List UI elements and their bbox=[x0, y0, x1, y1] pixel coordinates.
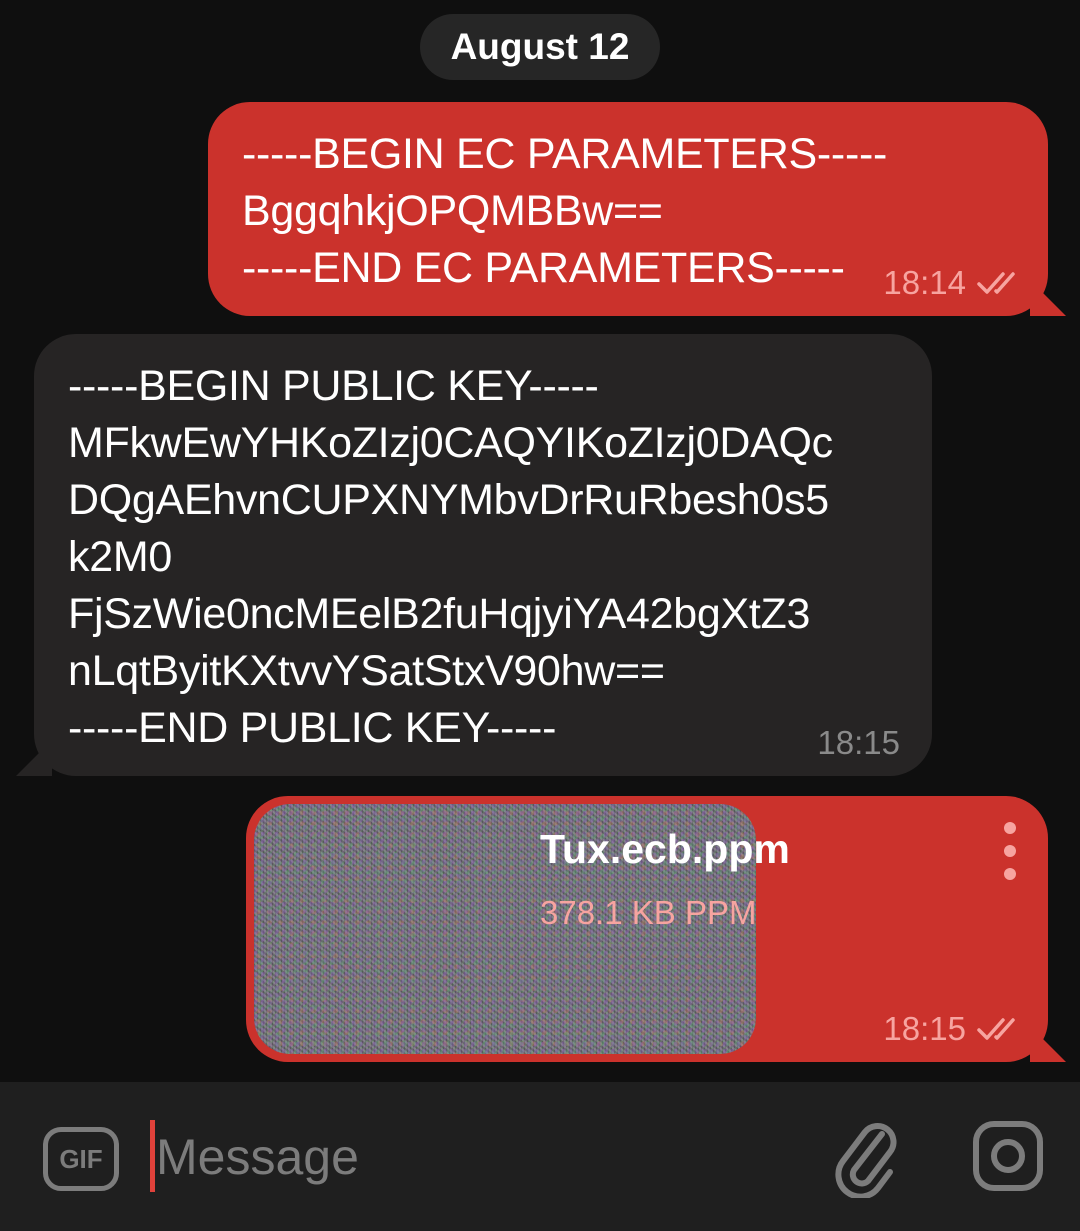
gif-button[interactable]: GIF bbox=[43, 1127, 119, 1191]
bubble-tail bbox=[1030, 280, 1066, 316]
double-check-icon bbox=[977, 272, 1015, 294]
message-meta: 18:15 bbox=[817, 724, 900, 762]
camera-icon[interactable] bbox=[972, 1120, 1044, 1192]
dot bbox=[1004, 845, 1016, 857]
date-separator: August 12 bbox=[420, 14, 660, 80]
bubble-tail bbox=[16, 740, 52, 776]
message-time: 18:15 bbox=[883, 1010, 966, 1047]
double-check-icon bbox=[977, 1018, 1015, 1040]
message-input[interactable] bbox=[156, 1112, 796, 1202]
message-meta: 18:15 bbox=[883, 1010, 1026, 1048]
message-bubble-incoming[interactable]: -----BEGIN PUBLIC KEY----- MFkwEwYHKoZIz… bbox=[16, 334, 932, 776]
message-input-bar: GIF bbox=[0, 1082, 1080, 1231]
more-options-button[interactable] bbox=[998, 822, 1022, 880]
file-name: Tux.ecb.ppm bbox=[540, 826, 790, 872]
message-text: -----BEGIN PUBLIC KEY----- MFkwEwYHKoZIz… bbox=[68, 362, 833, 752]
file-size: 378.1 KB PPM bbox=[540, 894, 757, 931]
message-time: 18:14 bbox=[883, 264, 966, 301]
dot bbox=[1004, 822, 1016, 834]
text-caret bbox=[150, 1120, 155, 1192]
paperclip-icon[interactable] bbox=[830, 1112, 900, 1198]
bubble-tail bbox=[1030, 1026, 1066, 1062]
message-bubble-outgoing[interactable]: -----BEGIN EC PARAMETERS----- BggqhkjOPQ… bbox=[208, 102, 1066, 316]
dot bbox=[1004, 868, 1016, 880]
file-message-bubble[interactable]: Tux.ecb.ppm 378.1 KB PPM 18:15 bbox=[246, 796, 1066, 1062]
message-meta: 18:14 bbox=[883, 264, 1026, 302]
message-time: 18:15 bbox=[817, 724, 900, 761]
message-text: -----BEGIN EC PARAMETERS----- BggqhkjOPQ… bbox=[242, 130, 888, 292]
